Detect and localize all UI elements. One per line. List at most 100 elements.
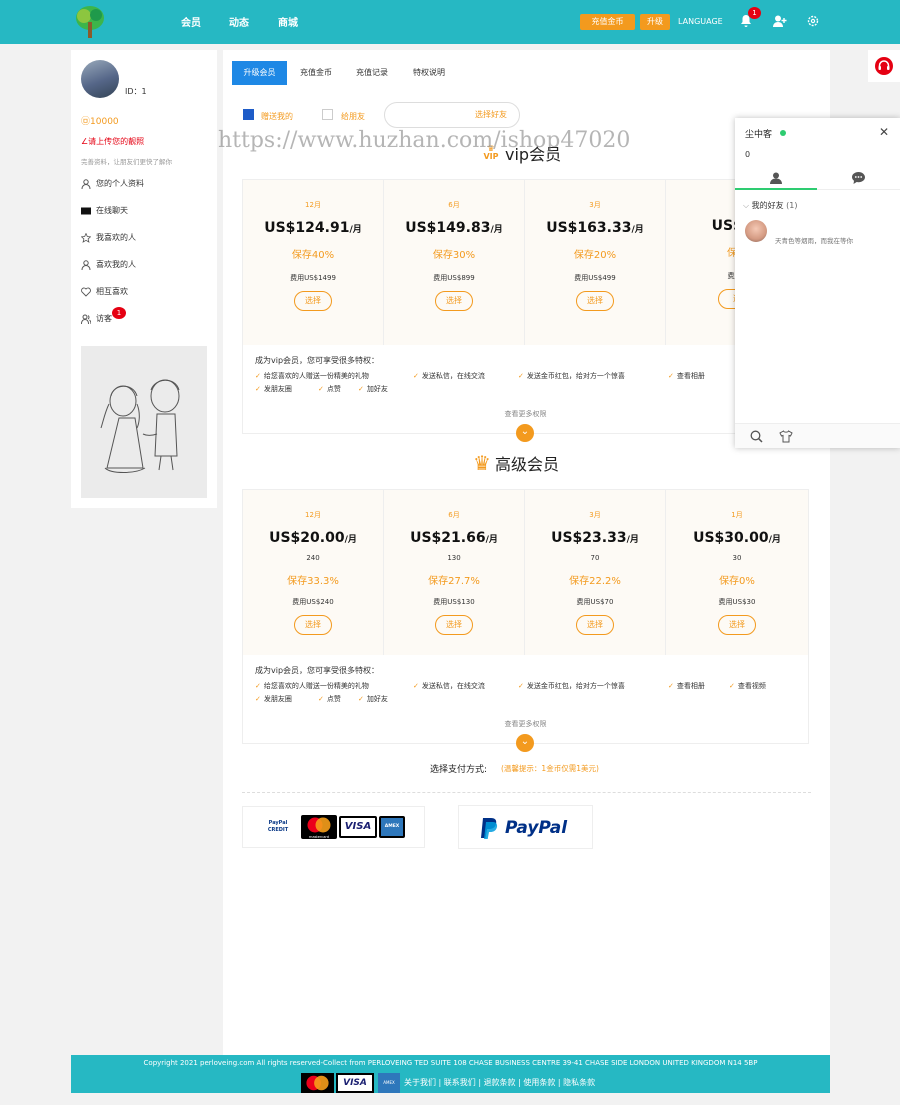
menu-i-like[interactable]: 我喜欢的人 xyxy=(81,232,136,243)
coin-icon: ㉤ xyxy=(81,117,91,127)
tab-messages[interactable] xyxy=(817,168,900,190)
footer-link-terms[interactable]: 使用条款 xyxy=(523,1078,555,1087)
select-plan-button[interactable]: 选择 xyxy=(576,615,614,635)
gift-self-checkbox[interactable] xyxy=(243,109,254,120)
couple-sketch-image xyxy=(81,346,207,498)
plan-fee: 费用US$240 xyxy=(292,598,334,606)
menu-likes-me[interactable]: 喜欢我的人 xyxy=(81,259,136,270)
perk-item: 查看相册 xyxy=(668,371,705,381)
plan-fee: 费用US$30 xyxy=(718,598,756,606)
mastercard-logo xyxy=(301,1073,334,1093)
footer-link-about[interactable]: 关于我们 xyxy=(404,1078,436,1087)
headset-icon[interactable] xyxy=(874,56,894,76)
friend-avatar[interactable] xyxy=(745,220,767,242)
avatar[interactable] xyxy=(81,60,119,98)
select-plan-button[interactable]: 选择 xyxy=(435,291,473,311)
premium-section-title: ♛ 高级会员 xyxy=(473,451,559,475)
menu-profile[interactable]: 您的个人资料 xyxy=(81,178,144,189)
plan-duration: 12月 xyxy=(305,511,321,519)
plan-price: US$30.00/月 xyxy=(693,530,781,546)
tab-recharge[interactable]: 充值金币 xyxy=(291,61,341,85)
premium-plans: 12月 US$20.00/月 240 保存33.3% 费用US$240 选择 6… xyxy=(242,489,809,752)
menu-mutual-like[interactable]: 相互喜欢 xyxy=(81,286,128,297)
plan-savings: 保存0% xyxy=(719,576,755,587)
close-icon[interactable]: ✕ xyxy=(879,125,889,139)
plan-fee: 费用US$70 xyxy=(576,598,614,606)
perk-item: 查看视频 xyxy=(729,681,766,691)
user-icon xyxy=(81,178,91,189)
perk-item: 给您喜欢的人赠送一份精美的礼物 xyxy=(255,681,369,691)
premium-plan-card: 3月 US$23.33/月 70 保存22.2% 费用US$70 选择 xyxy=(525,490,666,655)
mastercard-circles-icon xyxy=(306,1075,329,1091)
gift-friend-checkbox[interactable] xyxy=(322,109,333,120)
gift-self-label: 赠送我的 xyxy=(261,112,293,121)
perk-item: 发朋友圈 xyxy=(255,384,292,394)
plan-fee: 费用US$899 xyxy=(433,274,475,282)
select-plan-button[interactable]: 选择 xyxy=(435,615,473,635)
upgrade-button[interactable]: 升级 xyxy=(640,14,670,30)
friend-last-message[interactable]: 天青色等烟雨，而我在等你 xyxy=(775,235,853,245)
select-plan-button[interactable]: 选择 xyxy=(294,615,332,635)
card-payment-option[interactable]: PayPal CREDIT mastercard VISA AMEX xyxy=(242,806,425,848)
add-friend-icon[interactable] xyxy=(773,15,787,27)
watermark-text: https://www.huzhan.com/ishop47020 xyxy=(218,128,631,153)
footer-links: 关于我们 | 联系我们 | 退款条款 | 使用条款 | 隐私条款 xyxy=(404,1078,596,1087)
tab-upgrade[interactable]: 升级会员 xyxy=(232,61,287,85)
payment-hint: (温馨提示：1金币仅需1美元) xyxy=(501,764,599,773)
support-widget[interactable] xyxy=(868,50,900,82)
tab-privileges[interactable]: 特权说明 xyxy=(404,61,454,85)
premium-perks-title: 成为vip会员，您可享受很多特权： xyxy=(255,666,380,675)
footer-link-contact[interactable]: 联系我们 xyxy=(444,1078,476,1087)
tab-records[interactable]: 充值记录 xyxy=(347,61,397,85)
plan-duration: 12月 xyxy=(305,201,321,209)
perk-item: 发送金币红包，给对方一个惊喜 xyxy=(518,681,625,691)
footer-link-privacy[interactable]: 隐私条款 xyxy=(563,1078,595,1087)
heart-icon xyxy=(81,287,91,297)
copyright-text: Copyright 2021 perloveing.com All rights… xyxy=(143,1059,758,1067)
view-more-privileges[interactable]: 查看更多权限 xyxy=(243,409,808,419)
menu-chat[interactable]: 在线聊天 xyxy=(81,205,128,216)
skin-icon[interactable] xyxy=(779,430,793,443)
tree-logo-icon[interactable] xyxy=(72,4,108,40)
plan-savings: 保存40% xyxy=(291,250,335,261)
paypal-payment-option[interactable]: PayPal xyxy=(458,805,593,849)
view-more-privileges[interactable]: 查看更多权限 xyxy=(243,719,808,729)
search-icon[interactable] xyxy=(750,430,763,443)
nav-shop[interactable]: 商城 xyxy=(278,14,298,29)
language-selector[interactable]: LANGUAGE xyxy=(678,17,723,26)
tab-friends[interactable] xyxy=(735,168,817,190)
paypal-icon xyxy=(481,818,498,839)
nav-members[interactable]: 会员 xyxy=(181,14,201,29)
perk-item: 查看相册 xyxy=(668,681,705,691)
vip-perks-title: 成为vip会员，您可享受很多特权： xyxy=(255,356,380,365)
plan-coins: 130 xyxy=(447,554,461,562)
perk-item: 发送私信，在线交流 xyxy=(413,681,485,691)
payment-method-label: 选择支付方式: xyxy=(430,765,488,775)
chat-username: 尘中客 xyxy=(745,130,773,140)
gear-icon[interactable] xyxy=(807,15,819,27)
select-plan-button[interactable]: 选择 xyxy=(718,615,756,635)
friend-group-header[interactable]: ⌵ 我的好友 (1) xyxy=(743,200,798,211)
chevron-down-icon[interactable]: ⌄ xyxy=(516,424,534,442)
select-plan-button[interactable]: 选择 xyxy=(294,291,332,311)
chat-count: 0 xyxy=(745,150,751,159)
plan-duration: 3月 xyxy=(589,201,601,209)
footer-link-refund[interactable]: 退款条款 xyxy=(484,1078,516,1087)
users-icon xyxy=(81,314,91,324)
perk-item: 加好友 xyxy=(358,384,388,394)
online-status-dot xyxy=(780,130,786,136)
recharge-coins-button[interactable]: 充值金币 xyxy=(580,14,635,30)
vip-plans: 12月 US$124.91/月 保存40% 费用US$1499 选择 6月 US… xyxy=(242,179,809,442)
menu-visitors[interactable]: 访客 xyxy=(81,313,112,324)
plan-price: US$21.66/月 xyxy=(410,530,498,546)
plan-price: US$149.83/月 xyxy=(405,220,503,236)
nav-moments[interactable]: 动态 xyxy=(229,14,249,29)
choose-friend-field[interactable]: 选择好友 xyxy=(384,102,520,128)
amex-logo: AMEX xyxy=(379,816,405,838)
select-plan-button[interactable]: 选择 xyxy=(576,291,614,311)
paypal-credit-logo: PayPal CREDIT xyxy=(267,820,289,833)
chevron-down-icon[interactable]: ⌄ xyxy=(516,734,534,752)
upload-photo-link[interactable]: ∠请上传您的靓照 xyxy=(81,136,144,147)
plan-duration: 1月 xyxy=(731,511,743,519)
plan-coins: 30 xyxy=(732,554,742,562)
